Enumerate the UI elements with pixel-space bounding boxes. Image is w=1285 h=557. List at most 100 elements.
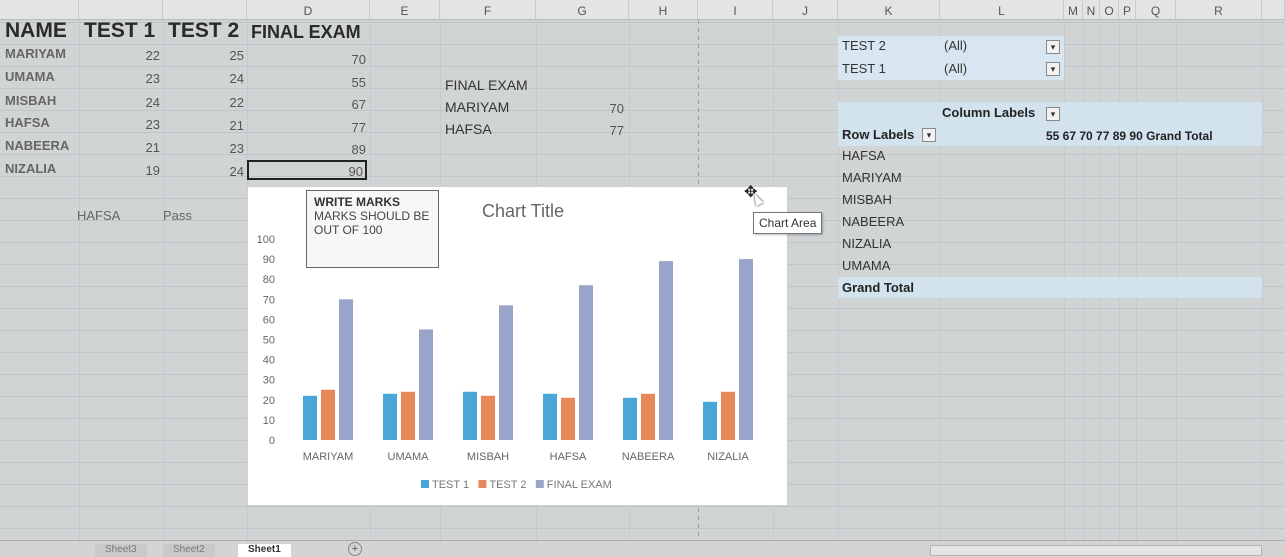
column-header-g[interactable]: G — [536, 0, 629, 20]
pivot-row[interactable]: NABEERA — [842, 214, 904, 229]
column-header-o[interactable]: O — [1100, 0, 1119, 20]
bar[interactable] — [543, 393, 557, 440]
column-header-k[interactable]: K — [838, 0, 940, 20]
legend-label[interactable]: TEST 2 — [489, 479, 526, 491]
column-header-e[interactable]: E — [370, 0, 440, 20]
cell-name[interactable]: NABEERA — [5, 138, 69, 153]
cell-test2[interactable]: 21 — [204, 118, 244, 133]
legend-label[interactable]: FINAL EXAM — [547, 479, 612, 491]
column-header-q[interactable]: Q — [1136, 0, 1176, 20]
bar[interactable] — [641, 393, 655, 440]
new-sheet-icon[interactable]: + — [348, 542, 362, 556]
bar[interactable] — [579, 285, 593, 440]
cell-final[interactable]: 77 — [320, 120, 366, 135]
bar[interactable] — [419, 329, 433, 440]
bar[interactable] — [739, 259, 753, 440]
chart-legend[interactable]: TEST 1 TEST 2 FINAL EXAM — [421, 479, 612, 491]
bar[interactable] — [659, 261, 673, 440]
header-final-exam[interactable]: FINAL EXAM — [251, 22, 361, 43]
horizontal-scrollbar[interactable] — [930, 545, 1262, 556]
cell-test2[interactable]: 23 — [204, 141, 244, 156]
column-header-m[interactable]: M — [1064, 0, 1083, 20]
pivot-column-values[interactable]: 55 67 70 77 89 90 Grand Total — [1046, 129, 1213, 143]
cell-test2[interactable]: 24 — [204, 71, 244, 86]
legend-label[interactable]: TEST 1 — [432, 479, 469, 491]
lookup-value[interactable]: 70 — [580, 101, 624, 116]
cell-comment-box[interactable]: WRITE MARKS MARKS SHOULD BE OUT OF 100 — [306, 190, 439, 268]
bar[interactable] — [303, 395, 317, 440]
column-header-f[interactable]: F — [440, 0, 536, 20]
pivot-filter-value[interactable]: (All) — [944, 61, 967, 76]
pivot-grand-total[interactable]: Grand Total — [842, 280, 914, 295]
cell-test1[interactable]: 21 — [120, 140, 160, 155]
cell-name[interactable]: MARIYAM — [5, 46, 66, 61]
column-header-j[interactable]: J — [773, 0, 838, 20]
chart-title[interactable]: Chart Title — [482, 201, 564, 221]
filter-dropdown-icon[interactable]: ▾ — [1046, 62, 1060, 76]
bar[interactable] — [401, 391, 415, 440]
y-tick-label: 60 — [263, 314, 275, 326]
column-header-i[interactable]: I — [698, 0, 773, 20]
cell-final[interactable]: 89 — [320, 142, 366, 157]
column-header-h[interactable]: H — [629, 0, 698, 20]
cell-test1[interactable]: 22 — [120, 48, 160, 63]
header-name[interactable]: NAME — [5, 19, 67, 43]
cell-name[interactable]: HAFSA — [5, 115, 50, 130]
column-header-r[interactable]: R — [1176, 0, 1262, 20]
filter-dropdown-icon[interactable]: ▾ — [1046, 40, 1060, 54]
pivot-row[interactable]: HAFSA — [842, 148, 885, 163]
column-header-n[interactable]: N — [1083, 0, 1100, 20]
column-header-d[interactable]: D — [247, 0, 370, 20]
row-labels-dropdown-icon[interactable]: ▾ — [922, 128, 936, 142]
bar[interactable] — [623, 397, 637, 440]
result-value-cell[interactable]: Pass — [163, 208, 192, 223]
cell-name[interactable]: MISBAH — [5, 93, 56, 108]
chart-bars[interactable] — [303, 259, 753, 440]
cell-name[interactable]: NIZALIA — [5, 161, 56, 176]
pivot-row-labels[interactable]: Row Labels — [842, 127, 914, 142]
selected-cell[interactable]: 90 — [247, 160, 367, 180]
cell-final[interactable]: 67 — [320, 97, 366, 112]
bar[interactable] — [383, 393, 397, 440]
pivot-row[interactable]: NIZALIA — [842, 236, 891, 251]
sheet-tab[interactable]: Sheet2 — [163, 544, 215, 557]
bar[interactable] — [561, 397, 575, 440]
sheet-tab-active[interactable]: Sheet1 — [238, 544, 291, 557]
bar[interactable] — [481, 395, 495, 440]
result-name-cell[interactable]: HAFSA — [77, 208, 120, 223]
column-header-a[interactable] — [0, 0, 79, 20]
pivot-row[interactable]: UMAMA — [842, 258, 890, 273]
cell-name[interactable]: UMAMA — [5, 69, 55, 84]
cell-test2[interactable]: 24 — [204, 164, 244, 179]
pivot-row[interactable]: MISBAH — [842, 192, 892, 207]
cell-test1[interactable]: 19 — [120, 163, 160, 178]
column-labels-dropdown-icon[interactable]: ▾ — [1046, 107, 1060, 121]
column-header-l[interactable]: L — [940, 0, 1064, 20]
header-test1[interactable]: TEST 1 — [84, 19, 155, 43]
column-header-c[interactable] — [163, 0, 247, 20]
bar[interactable] — [703, 401, 717, 440]
pivot-filter-value[interactable]: (All) — [944, 38, 967, 53]
cell-test1[interactable]: 23 — [120, 117, 160, 132]
lookup-value[interactable]: 77 — [580, 123, 624, 138]
bar[interactable] — [339, 299, 353, 440]
column-header-p[interactable]: P — [1119, 0, 1136, 20]
cell-test2[interactable]: 22 — [204, 95, 244, 110]
cell-final[interactable]: 55 — [320, 75, 366, 90]
header-test2[interactable]: TEST 2 — [168, 19, 239, 43]
lookup-name[interactable]: MARIYAM — [445, 99, 509, 115]
bar[interactable] — [721, 391, 735, 440]
sheet-tab[interactable]: Sheet3 — [95, 544, 147, 557]
bar[interactable] — [463, 391, 477, 440]
lookup-header[interactable]: FINAL EXAM — [445, 77, 528, 93]
lookup-name[interactable]: HAFSA — [445, 121, 492, 137]
pivot-row[interactable]: MARIYAM — [842, 170, 902, 185]
cell-test1[interactable]: 24 — [120, 95, 160, 110]
column-header-b[interactable] — [79, 0, 163, 20]
cell-test2[interactable]: 25 — [204, 48, 244, 63]
cell-test1[interactable]: 23 — [120, 71, 160, 86]
cell-final[interactable]: 70 — [320, 52, 366, 67]
bar[interactable] — [321, 389, 335, 440]
bar[interactable] — [499, 305, 513, 440]
pivot-column-labels[interactable]: Column Labels — [942, 105, 1035, 120]
